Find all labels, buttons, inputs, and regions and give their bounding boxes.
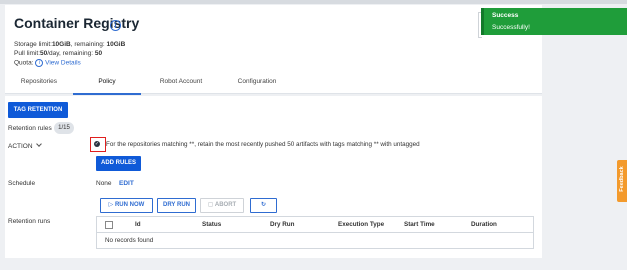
tab-bar: Repositories Policy Robot Account Config… bbox=[5, 73, 542, 95]
retention-rule-text: For the repositories matching **, retain… bbox=[106, 141, 420, 148]
schedule-label: Schedule bbox=[8, 180, 36, 187]
check-circle-icon: ✓ bbox=[94, 141, 100, 147]
tab-policy[interactable]: Policy bbox=[73, 73, 141, 95]
action-dropdown[interactable]: ACTION bbox=[8, 141, 42, 150]
schedule-edit-link[interactable]: EDIT bbox=[119, 180, 134, 187]
table-header: Id Status Dry Run Execution Type Start T… bbox=[97, 217, 533, 233]
chevron-down-icon bbox=[35, 141, 42, 147]
dry-run-button[interactable]: DRY RUN bbox=[157, 198, 196, 213]
retention-rules-label: Retention rules bbox=[8, 125, 52, 132]
col-start-time[interactable]: Start Time bbox=[404, 221, 435, 228]
retention-runs-table: Id Status Dry Run Execution Type Start T… bbox=[96, 216, 534, 249]
storage-limit: Storage limit:10GiB, remaining: 10GiB bbox=[14, 41, 126, 48]
empty-message: No records found bbox=[105, 237, 154, 244]
tag-retention-button[interactable]: TAG RETENTION bbox=[8, 102, 68, 118]
col-dry-run[interactable]: Dry Run bbox=[270, 221, 295, 228]
col-status[interactable]: Status bbox=[202, 221, 221, 228]
schedule-value: None bbox=[96, 180, 112, 187]
quota-row: Quota: i View Details bbox=[14, 59, 81, 67]
col-duration[interactable]: Duration bbox=[471, 221, 497, 228]
view-details-link[interactable]: View Details bbox=[45, 60, 81, 67]
select-all-checkbox[interactable] bbox=[105, 221, 113, 229]
refresh-button[interactable]: ↻ bbox=[250, 198, 277, 213]
toast-title: Success bbox=[492, 12, 519, 19]
tab-repositories[interactable]: Repositories bbox=[5, 73, 73, 93]
toast-message: Successfully! bbox=[492, 24, 530, 31]
play-icon: ▷ bbox=[108, 202, 114, 208]
add-rules-button[interactable]: ADD RULES bbox=[96, 156, 141, 171]
retention-runs-label: Retention runs bbox=[8, 218, 51, 225]
tab-robot-account[interactable]: Robot Account bbox=[141, 73, 221, 93]
top-bar bbox=[0, 0, 627, 4]
col-id[interactable]: Id bbox=[135, 221, 141, 228]
retention-rules-count-badge: 1/15 bbox=[54, 122, 74, 134]
feedback-tab[interactable]: Feedback bbox=[617, 160, 627, 202]
col-execution-type[interactable]: Execution Type bbox=[338, 221, 384, 228]
tab-configuration[interactable]: Configuration bbox=[221, 73, 293, 93]
abort-button[interactable]: ▢ ABORT bbox=[200, 198, 244, 213]
refresh-icon: ↻ bbox=[260, 202, 267, 208]
info-icon[interactable]: i bbox=[110, 20, 121, 31]
run-now-button[interactable]: ▷ RUN NOW bbox=[100, 198, 153, 213]
pull-limit: Pull limit:50/day, remaining: 50 bbox=[14, 50, 103, 57]
quota-info-icon: i bbox=[35, 59, 44, 67]
project-header-card: Container Registry i Storage limit:10GiB… bbox=[5, 5, 542, 95]
success-toast[interactable]: Success Successfully! bbox=[481, 8, 627, 35]
stop-icon: ▢ bbox=[207, 202, 214, 208]
